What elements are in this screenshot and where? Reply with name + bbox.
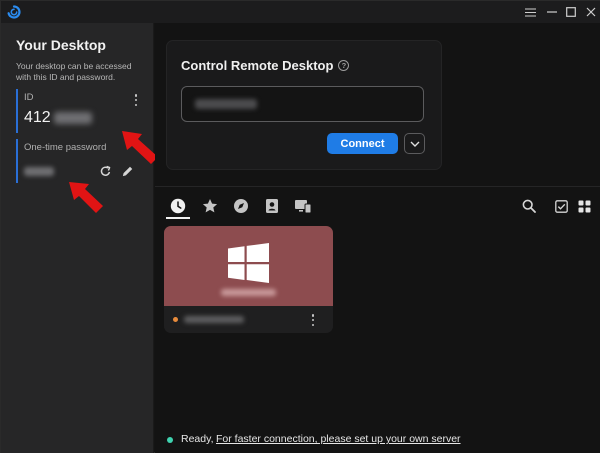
peer-name-redacted xyxy=(221,289,276,296)
grid-view-button[interactable] xyxy=(572,195,596,217)
control-remote-title-text: Control Remote Desktop xyxy=(181,58,334,73)
main-panel: Control Remote Desktop ? Connect Ready, … xyxy=(155,23,600,453)
refresh-password-icon[interactable] xyxy=(97,163,113,179)
favorites-icon xyxy=(202,199,218,213)
remote-id-redacted xyxy=(195,99,257,109)
connection-status-dot xyxy=(167,437,173,443)
select-icon xyxy=(554,199,568,213)
search-peers-button[interactable] xyxy=(517,195,541,217)
tab-group[interactable] xyxy=(291,195,315,217)
your-desktop-description: Your desktop can be accessed with this I… xyxy=(16,61,132,82)
app-window: Your Desktop Your desktop can be accesse… xyxy=(0,0,600,453)
tab-address-book[interactable] xyxy=(260,195,284,217)
id-more-icon[interactable] xyxy=(134,94,138,106)
connect-options-button[interactable] xyxy=(404,133,425,154)
section-divider xyxy=(155,186,600,187)
id-value[interactable]: 412 xyxy=(24,109,92,127)
password-label: One-time password xyxy=(24,142,107,153)
title-bar xyxy=(1,1,600,23)
tab-discovered[interactable] xyxy=(229,195,253,217)
address-book-icon xyxy=(266,199,278,213)
peer-thumbnail xyxy=(164,226,333,306)
status-bar: Ready, For faster connection, please set… xyxy=(155,428,600,453)
tab-favorites[interactable] xyxy=(198,195,222,217)
id-label: ID xyxy=(24,92,34,103)
annotation-arrow-password xyxy=(69,182,103,213)
peer-status-dot xyxy=(173,317,178,322)
your-desktop-title: Your Desktop xyxy=(16,37,106,53)
recent-sessions-icon xyxy=(170,198,186,214)
peer-tabs xyxy=(166,195,596,219)
control-remote-card: Control Remote Desktop ? Connect xyxy=(166,40,442,170)
peer-tile-footer xyxy=(164,306,333,333)
chevron-down-icon xyxy=(410,141,419,147)
maximize-icon[interactable] xyxy=(563,4,579,20)
select-peers-button[interactable] xyxy=(549,195,573,217)
setup-server-link[interactable]: For faster connection, please set up you… xyxy=(216,433,461,445)
remote-id-input[interactable] xyxy=(181,86,424,122)
your-desktop-panel: Your Desktop Your desktop can be accesse… xyxy=(1,23,154,453)
tab-recent-sessions[interactable] xyxy=(166,195,190,217)
minimize-icon[interactable] xyxy=(544,4,560,20)
grid-view-icon xyxy=(578,200,590,212)
group-icon xyxy=(295,200,312,214)
id-prefix: 412 xyxy=(24,109,51,126)
status-ready-text: Ready, xyxy=(181,433,214,445)
help-icon[interactable]: ? xyxy=(338,60,350,71)
active-tab-indicator xyxy=(166,217,190,219)
password-redacted[interactable] xyxy=(24,167,54,176)
id-redacted xyxy=(53,111,92,124)
discovered-icon xyxy=(234,199,248,213)
connect-button[interactable]: Connect xyxy=(327,133,398,154)
search-icon xyxy=(522,199,536,213)
rustdesk-logo-icon xyxy=(7,5,21,19)
windows-icon xyxy=(228,243,269,283)
control-remote-title: Control Remote Desktop ? xyxy=(181,58,350,73)
close-icon[interactable] xyxy=(583,4,599,20)
peer-id-redacted xyxy=(184,316,244,323)
peer-more-icon[interactable] xyxy=(311,314,315,326)
peer-tile[interactable] xyxy=(164,226,333,333)
menu-icon[interactable] xyxy=(522,4,538,20)
